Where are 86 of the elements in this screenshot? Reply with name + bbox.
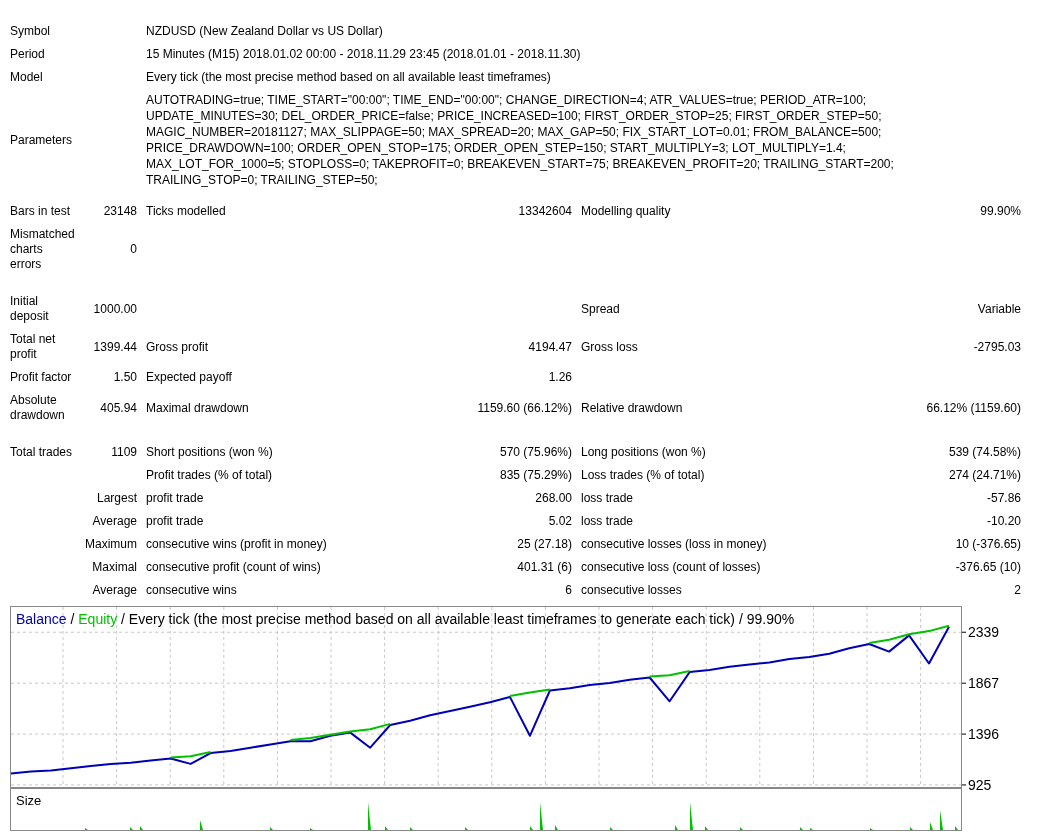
stat-label: consecutive losses [581, 583, 682, 597]
stat-value: 1000.00 [93, 301, 137, 316]
stat-value: 99.90% [980, 204, 1021, 218]
stat-value: 570 (75.96%) [499, 445, 572, 459]
stat-label: Gross loss [581, 339, 638, 354]
stat-label: Profit factor [10, 370, 72, 384]
stat-label: Total trades [10, 445, 73, 459]
axis-tick-label: 925 [961, 776, 992, 793]
axis-tick-label: 1867 [961, 675, 1000, 692]
stat-value: 1.50 [113, 370, 137, 384]
row-label: Maximum [85, 537, 137, 551]
stat-value: 0 [130, 242, 137, 256]
y-tick-label: 925 [968, 776, 992, 793]
stat-value: -376.65 (10) [955, 560, 1021, 574]
stat-label: Maximal drawdown [146, 400, 249, 415]
chart-legend: Balance / Equity / Every tick (the most precise method based on all available least timeframes to generate each tick) / 99.90% [16, 611, 795, 627]
stat-value: -10.20 [986, 514, 1021, 528]
stat-label: Loss trades (% of total) [581, 468, 705, 482]
y-tick-label: 1396 [968, 726, 1000, 743]
row-label: Largest [96, 491, 137, 505]
stat-label: Spread [581, 301, 620, 316]
stat-label: consecutive losses (loss in money) [581, 537, 767, 551]
row-label: Maximal [92, 560, 137, 574]
stat-value: 1109 [111, 445, 137, 459]
stat-value: 268.00 [535, 491, 572, 505]
parameter-line: MAGIC_NUMBER=20181127; MAX_SLIPPAGE=50; MAX_SPREAD=20; MAX_GAP=50; FIX_START_LOT=0.01; FROM_BALANCE=500; [146, 124, 883, 140]
stat-value: 1.26 [548, 370, 572, 384]
y-tick-label: 1867 [968, 675, 1000, 692]
stat-label: Bars in test [10, 204, 71, 218]
stat-label: consecutive wins (profit in money) [146, 537, 327, 551]
stat-value: 2 [1014, 583, 1021, 597]
field-label: Symbol [10, 24, 51, 39]
stat-value: 835 (75.29%) [499, 468, 572, 482]
panel-label: Size [16, 793, 42, 808]
field-label: Period [10, 47, 46, 62]
row-label: Average [92, 514, 137, 528]
stat-value: 539 (74.58%) [948, 445, 1021, 459]
field-label: Parameters [10, 133, 74, 147]
stat-value: -2795.03 [973, 339, 1021, 354]
axis-tick-label: 2339 [961, 624, 1000, 641]
stat-value: 1159.60 (66.12%) [477, 400, 572, 415]
stat-value: 1399.44 [93, 339, 137, 354]
stat-label: Mismatched charts errors [10, 227, 75, 271]
stat-value: 13342604 [518, 204, 572, 218]
stat-label: loss trade [581, 514, 634, 528]
parameter-line: AUTOTRADING=true; TIME_START="00:00"; TIME_END="00:00"; CHANGE_DIRECTION=4; ATR_VALUES=true; PERIOD_ATR=100; [146, 92, 868, 108]
stat-label: Absolute drawdown [10, 393, 65, 422]
field-value: NZDUSD (New Zealand Dollar vs US Dollar) [146, 24, 384, 39]
stat-value: 401.31 (6) [517, 560, 572, 574]
axis-tick-label: 1396 [961, 726, 1000, 743]
stat-value: 274 (24.71%) [948, 468, 1021, 482]
stat-label: Ticks modelled [146, 204, 226, 218]
stat-label: Modelling quality [581, 204, 671, 218]
parameter-line: PRICE_DRAWDOWN=100; ORDER_OPEN_STOP=175; ORDER_OPEN_STEP=150; START_MULTIPLY=3; LOT_MULTIPLY=1.4; [146, 140, 847, 156]
stat-value: 405.94 [100, 400, 137, 415]
stat-label: Short positions (won %) [146, 445, 273, 459]
parameter-line: TRAILING_STOP=0; TRAILING_STEP=50; [146, 172, 379, 188]
stat-label: Gross profit [146, 339, 208, 354]
y-tick-label: 2339 [968, 624, 1000, 641]
stat-label: consecutive loss (count of losses) [581, 560, 761, 574]
parameter-line: UPDATE_MINUTES=30; DEL_ORDER_PRICE=false; PRICE_INCREASED=100; FIRST_ORDER_STOP=25; FIRST_ORDER_STEP=50; [146, 108, 883, 124]
stat-label: Expected payoff [146, 370, 232, 384]
field-value: 15 Minutes (M15) 2018.01.02 00:00 - 2018.11.29 23:45 (2018.01.01 - 2018.11.30) [146, 47, 582, 62]
stat-label: consecutive wins [146, 583, 237, 597]
stat-value: 5.02 [548, 514, 572, 528]
stat-label: consecutive profit (count of wins) [146, 560, 321, 574]
stat-value: 25 (27.18) [517, 537, 572, 551]
stat-value: 23148 [103, 204, 137, 218]
stat-label: Relative drawdown [581, 400, 683, 415]
field-label: Model [10, 70, 44, 85]
stat-label: Profit trades (% of total) [146, 468, 273, 482]
stat-label: profit trade [146, 514, 204, 528]
stat-value: 6 [565, 583, 572, 597]
stat-label: Initial deposit [10, 294, 49, 323]
row-label: Average [92, 583, 137, 597]
stat-label: Long positions (won %) [581, 445, 706, 459]
stat-label: loss trade [581, 491, 634, 505]
stat-value: -57.86 [986, 491, 1021, 505]
stat-value: 10 (-376.65) [955, 537, 1021, 551]
stat-label: Total net profit [10, 332, 56, 361]
stat-value: Variable [977, 301, 1021, 316]
stat-value: 66.12% (1159.60) [926, 400, 1021, 415]
stat-value: 4194.47 [528, 339, 572, 354]
parameter-line: MAX_LOT_FOR_1000=5; STOPLOSS=0; TAKEPROFIT=0; BREAKEVEN_START=75; BREAKEVEN_PROFIT=20; TRAILING_START=200; [146, 156, 895, 172]
stat-label: profit trade [146, 491, 204, 505]
field-value: Every tick (the most precise method based on all available least timeframes) [146, 70, 552, 85]
